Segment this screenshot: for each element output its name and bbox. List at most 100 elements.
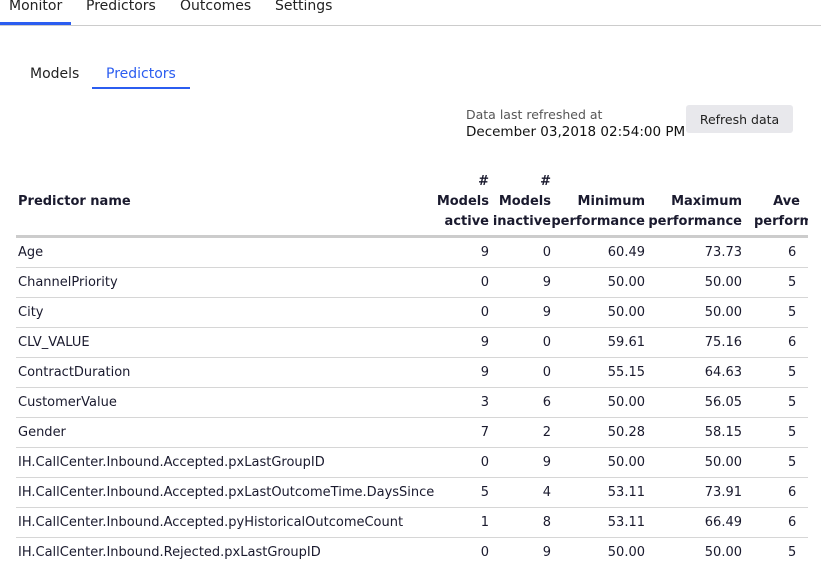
cell-avg-performance: 5 [742,297,808,328]
cell-min-performance: 50.00 [551,267,645,298]
cell-models-inactive: 9 [489,537,551,565]
tab-outcomes[interactable]: Outcomes [180,0,251,14]
table-row[interactable]: IH.CallCenter.Inbound.Accepted.pxLastGro… [16,447,808,478]
tab-predictors[interactable]: Predictors [86,0,156,14]
cell-models-active: 9 [436,357,489,388]
header-text: # [478,174,489,189]
cell-avg-performance: 5 [742,447,808,478]
header-text: # [540,174,551,189]
header-text: Maximum [671,194,742,209]
table-row[interactable]: CLV_VALUE 9 0 59.61 75.16 6 [16,327,808,358]
cell-min-performance: 53.11 [551,507,645,538]
cell-models-inactive: 0 [489,357,551,388]
cell-max-performance: 50.00 [645,537,742,565]
cell-predictor-name: IH.CallCenter.Inbound.Accepted.pxLastOut… [16,477,436,508]
cell-models-active: 1 [436,507,489,538]
cell-predictor-name: ChannelPriority [16,267,436,298]
cell-models-inactive: 4 [489,477,551,508]
cell-models-inactive: 2 [489,417,551,448]
cell-models-active: 0 [436,537,489,565]
header-text: Models [436,194,489,209]
cell-models-inactive: 0 [489,236,551,268]
tab-monitor[interactable]: Monitor [0,0,72,25]
header-text: performance [648,214,742,229]
cell-max-performance: 73.73 [645,236,742,268]
refresh-data-button[interactable]: Refresh data [686,105,793,133]
tab-settings[interactable]: Settings [275,0,332,14]
top-nav: Monitor Predictors Outcomes Settings [0,0,821,26]
table-row[interactable]: Age 9 0 60.49 73.73 6 [16,236,808,268]
cell-models-inactive: 0 [489,327,551,358]
cell-max-performance: 64.63 [645,357,742,388]
header-models-active[interactable]: # Models active [436,170,489,238]
cell-min-performance: 59.61 [551,327,645,358]
header-models-inactive[interactable]: # Models inactive [489,170,551,238]
table-row[interactable]: Gender 7 2 50.28 58.15 5 [16,417,808,448]
predictors-table: Predictor name # Models active # Models inac… [16,170,808,565]
cell-predictor-name: CLV_VALUE [16,327,436,358]
header-max-performance[interactable]: Maximum performance [645,170,742,238]
cell-min-performance: 60.49 [551,236,645,268]
cell-predictor-name: ContractDuration [16,357,436,388]
cell-avg-performance: 6 [742,477,808,508]
cell-predictor-name: IH.CallCenter.Inbound.Rejected.pxLastGro… [16,537,436,565]
header-text: Minimum [577,194,645,209]
header-text: Ave [773,194,800,209]
header-min-performance[interactable]: Minimum performance [551,170,645,238]
cell-models-active: 0 [436,297,489,328]
table-row[interactable]: IH.CallCenter.Inbound.Accepted.pxLastOut… [16,477,808,508]
subtab-models[interactable]: Models [30,66,79,82]
table-row[interactable]: ChannelPriority 0 9 50.00 50.00 5 [16,267,808,298]
cell-max-performance: 50.00 [645,267,742,298]
cell-min-performance: 50.00 [551,447,645,478]
cell-predictor-name: Age [16,236,436,268]
cell-models-inactive: 9 [489,297,551,328]
cell-avg-performance: 6 [742,507,808,538]
cell-models-inactive: 8 [489,507,551,538]
table-row[interactable]: ContractDuration 9 0 55.15 64.63 5 [16,357,808,388]
cell-min-performance: 50.00 [551,387,645,418]
cell-max-performance: 50.00 [645,447,742,478]
header-text: active [444,214,489,229]
cell-predictor-name: IH.CallCenter.Inbound.Accepted.pyHistori… [16,507,436,538]
cell-max-performance: 50.00 [645,297,742,328]
header-avg-performance[interactable]: Ave perform [742,170,808,238]
header-predictor-name[interactable]: Predictor name [16,170,436,238]
cell-predictor-name: Gender [16,417,436,448]
table-row[interactable]: IH.CallCenter.Inbound.Rejected.pxLastGro… [16,537,808,565]
cell-avg-performance: 5 [742,267,808,298]
cell-max-performance: 73.91 [645,477,742,508]
table-row[interactable]: IH.CallCenter.Inbound.Accepted.pyHistori… [16,507,808,538]
cell-min-performance: 50.00 [551,297,645,328]
cell-avg-performance: 5 [742,417,808,448]
cell-predictor-name: City [16,297,436,328]
cell-min-performance: 55.15 [551,357,645,388]
header-text: perform [754,214,808,229]
cell-max-performance: 66.49 [645,507,742,538]
cell-avg-performance: 5 [742,537,808,565]
header-text: performance [551,214,645,229]
cell-max-performance: 58.15 [645,417,742,448]
refresh-label: Data last refreshed at [466,107,603,122]
cell-models-active: 9 [436,327,489,358]
subtab-predictors[interactable]: Predictors [92,66,190,89]
cell-models-inactive: 9 [489,447,551,478]
table-row[interactable]: City 0 9 50.00 50.00 5 [16,297,808,328]
cell-models-inactive: 9 [489,267,551,298]
cell-avg-performance: 6 [742,327,808,358]
cell-min-performance: 50.28 [551,417,645,448]
header-text: inactive [492,214,551,229]
cell-models-active: 7 [436,417,489,448]
cell-models-active: 5 [436,477,489,508]
cell-predictor-name: IH.CallCenter.Inbound.Accepted.pxLastGro… [16,447,436,478]
refresh-time: December 03,2018 02:54:00 PM [466,124,686,140]
table-row[interactable]: CustomerValue 3 6 50.00 56.05 5 [16,387,808,418]
cell-avg-performance: 5 [742,387,808,418]
cell-max-performance: 75.16 [645,327,742,358]
cell-max-performance: 56.05 [645,387,742,418]
cell-min-performance: 53.11 [551,477,645,508]
cell-models-active: 9 [436,236,489,268]
cell-models-inactive: 6 [489,387,551,418]
cell-predictor-name: CustomerValue [16,387,436,418]
cell-avg-performance: 5 [742,357,808,388]
